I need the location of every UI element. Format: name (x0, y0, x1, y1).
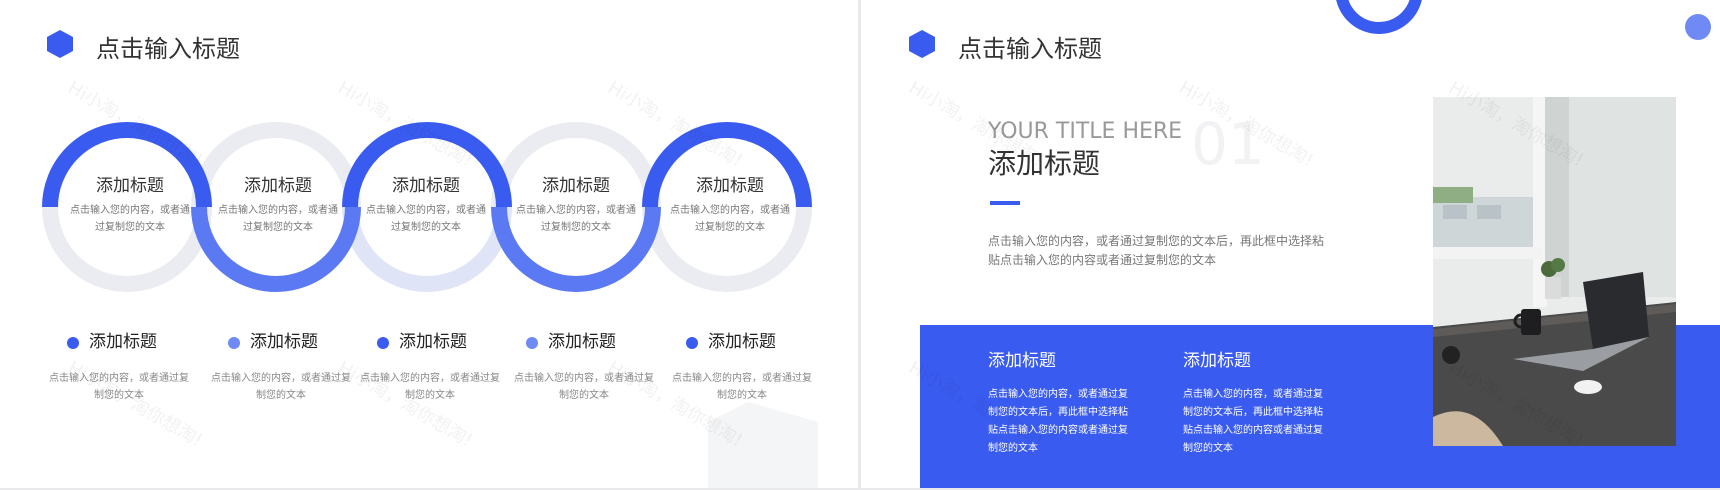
ring-title: 添加标题 (392, 176, 460, 196)
ring-4-text: 添加标题 点击输入您的内容，或者通过复制您的文本 (516, 175, 636, 236)
ring-desc: 点击输入您的内容，或者通过复制您的文本 (366, 205, 486, 233)
body-text: 点击输入您的内容，或者通过复制您的文本后，再此框中选择粘贴点击输入您的内容或者通… (988, 234, 1325, 267)
ring-title: 添加标题 (244, 176, 312, 196)
ring-2-text: 添加标题 点击输入您的内容，或者通过复制您的文本 (218, 175, 338, 236)
ring-title: 添加标题 (542, 176, 610, 196)
dot-icon (67, 337, 79, 349)
card-2: 添加标题 点击输入您的内容，或者通过复制您的文本后，再此框中选择粘贴点击输入您的… (1183, 350, 1323, 458)
dot-icon (377, 337, 389, 349)
ring-desc: 点击输入您的内容，或者通过复制您的文本 (70, 205, 190, 233)
dot-decor (1685, 14, 1711, 40)
ring-desc: 点击输入您的内容，或者通过复制您的文本 (218, 205, 338, 233)
bullet-title: 添加标题 (548, 332, 616, 352)
bullet-title: 添加标题 (399, 332, 467, 352)
ring-5-text: 添加标题 点击输入您的内容，或者通过复制您的文本 (670, 175, 790, 236)
card-title: 添加标题 (1183, 351, 1251, 371)
slide-left: 点击输入标题 添加标题 点击输入您的内容，或者通过复制您的文本 添加标题 点击输… (0, 0, 858, 488)
hexagon-icon (909, 30, 935, 58)
card-1: 添加标题 点击输入您的内容，或者通过复制您的文本后，再此框中选择粘贴点击输入您的… (988, 350, 1128, 458)
dot-icon (228, 337, 240, 349)
ring-3-text: 添加标题 点击输入您的内容，或者通过复制您的文本 (366, 175, 486, 236)
ring-desc: 点击输入您的内容，或者通过复制您的文本 (516, 205, 636, 233)
ring-title: 添加标题 (96, 176, 164, 196)
ring-1-text: 添加标题 点击输入您的内容，或者通过复制您的文本 (70, 175, 190, 236)
card-title: 添加标题 (988, 351, 1056, 371)
bullet-title: 添加标题 (89, 332, 157, 352)
dot-icon (526, 337, 538, 349)
card-desc: 点击输入您的内容，或者通过复制您的文本后，再此框中选择粘贴点击输入您的内容或者通… (1183, 389, 1323, 454)
page-title: 点击输入标题 (958, 35, 1102, 63)
bullet-title: 添加标题 (250, 332, 318, 352)
slide-right: 点击输入标题 01 YOUR TITLE HERE 添加标题 点击输入您的内容，… (861, 0, 1720, 488)
ring-title: 添加标题 (696, 176, 764, 196)
bullet-desc: 点击输入您的内容，或者通过复制您的文本 (211, 373, 351, 401)
ring-decor (1336, 0, 1422, 34)
dot-icon (686, 337, 698, 349)
title-underline (990, 201, 1020, 205)
bullet-title: 添加标题 (708, 332, 776, 352)
ring-desc: 点击输入您的内容，或者通过复制您的文本 (670, 205, 790, 233)
